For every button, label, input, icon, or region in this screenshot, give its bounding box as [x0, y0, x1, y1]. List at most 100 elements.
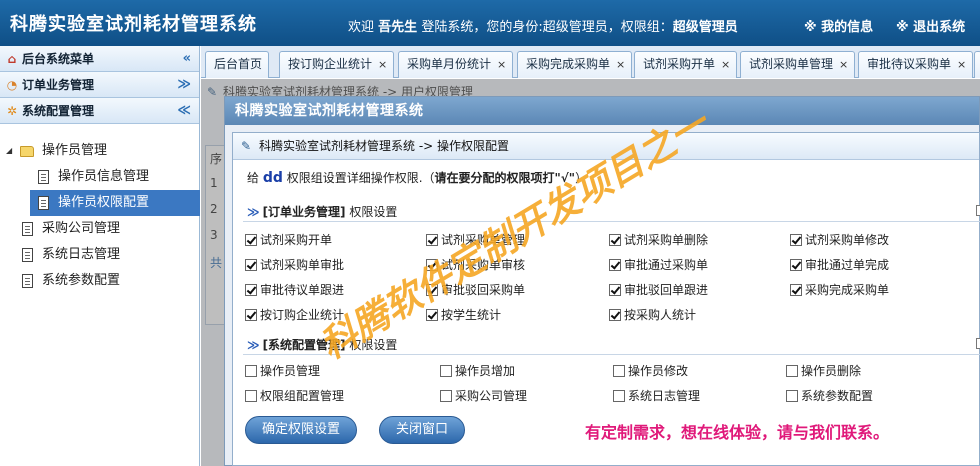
tab-home[interactable]: 后台首页	[205, 51, 270, 78]
close-icon[interactable]: ×	[497, 58, 506, 71]
close-window-button[interactable]: 关闭窗口	[379, 416, 465, 444]
tree-item-purchase-company[interactable]: 采购公司管理	[0, 216, 200, 242]
permission-checkbox[interactable]	[609, 309, 621, 321]
pin-icon: ✎	[241, 139, 252, 153]
permission-item[interactable]: 试剂采购单修改	[790, 233, 889, 247]
permission-label: 按学生统计	[441, 308, 502, 322]
section-orders-select-all[interactable]	[976, 205, 980, 216]
sidebar-tree: ◢ 操作员管理 操作员信息管理 操作员权限配置 采购公司管理 系统日志管理 系统…	[0, 138, 200, 294]
permission-item[interactable]: 权限组配置管理	[245, 389, 344, 403]
close-icon[interactable]: ×	[839, 58, 848, 71]
close-icon[interactable]: ×	[721, 58, 730, 71]
permission-checkbox[interactable]	[613, 365, 625, 377]
permission-checkbox[interactable]	[790, 259, 802, 271]
folder-icon	[20, 146, 34, 157]
tree-item-system-log[interactable]: 系统日志管理	[0, 242, 200, 268]
permission-checkbox[interactable]	[786, 390, 798, 402]
permission-item[interactable]: 审批通过单完成	[790, 258, 889, 272]
permission-item[interactable]: 按采购人统计	[609, 308, 696, 322]
permission-checkbox[interactable]	[790, 284, 802, 296]
tab-monthly-stats[interactable]: 采购单月份统计 ×	[398, 51, 514, 78]
outer-dialog-title[interactable]: 科腾实验室试剂耗材管理系统	[225, 97, 979, 125]
tab-enterprise-stats[interactable]: 按订购企业统计 ×	[279, 51, 395, 78]
tree-item-system-params[interactable]: 系统参数配置	[0, 268, 200, 294]
close-icon[interactable]: ×	[378, 58, 387, 71]
permission-label: 试剂采购单管理	[441, 233, 526, 247]
permission-checkbox[interactable]	[245, 390, 257, 402]
app-title: 科腾实验室试剂耗材管理系统	[10, 14, 257, 35]
permission-item[interactable]: 审批通过采购单	[609, 258, 708, 272]
confirm-permissions-button[interactable]: 确定权限设置	[245, 416, 357, 444]
sidebar-section-config[interactable]: ✲ 系统配置管理 ≪	[0, 98, 199, 124]
permission-item[interactable]: 采购完成采购单	[790, 283, 889, 297]
permission-item[interactable]: 审批驳回单跟进	[609, 283, 708, 297]
permission-label: 操作员修改	[628, 364, 689, 378]
sidebar-section-orders[interactable]: ◔ 订单业务管理 ≫	[0, 72, 199, 98]
permission-item[interactable]: 按订购企业统计	[245, 308, 344, 322]
permission-item[interactable]: 操作员删除	[786, 364, 861, 378]
permission-checkbox[interactable]	[426, 234, 438, 246]
welcome-text: 欢迎 吾先生 登陆系统，您的身份:超级管理员，权限组：超级管理员	[348, 20, 738, 35]
permission-label: 试剂采购单审核	[441, 258, 526, 272]
permission-checkbox[interactable]	[245, 234, 257, 246]
divider	[243, 354, 980, 355]
permission-checkbox[interactable]	[245, 259, 257, 271]
permission-checkbox[interactable]	[786, 365, 798, 377]
close-icon[interactable]: ×	[616, 58, 625, 71]
permission-checkbox[interactable]	[245, 365, 257, 377]
permission-checkbox[interactable]	[613, 390, 625, 402]
section-config-select-all[interactable]	[976, 338, 980, 349]
permission-dialog: ✎ 科腾实验室试剂耗材管理系统 -> 操作权限配置 给 dd 权限组设置详细操作…	[232, 132, 980, 466]
permission-label: 操作员增加	[455, 364, 516, 378]
permission-checkbox[interactable]	[609, 259, 621, 271]
permission-checkbox[interactable]	[790, 234, 802, 246]
triangle-down-icon[interactable]: ◢	[6, 138, 12, 164]
tab-pending-approval[interactable]: 审批待议采购单 ×	[858, 51, 974, 78]
permission-label: 采购完成采购单	[805, 283, 890, 297]
permission-item[interactable]: 试剂采购开单	[245, 233, 332, 247]
tab-completed-orders[interactable]: 采购完成采购单 ×	[517, 51, 633, 78]
user-name: 吾先生	[378, 20, 418, 35]
my-info-link[interactable]: ※ 我的信息	[804, 16, 873, 35]
logout-link[interactable]: ※ 退出系统	[896, 16, 965, 35]
gear-icon: ✲	[6, 104, 18, 118]
permission-item[interactable]: 系统日志管理	[613, 389, 700, 403]
permission-item[interactable]: 试剂采购单管理	[426, 233, 525, 247]
expand-icon[interactable]: ≫	[177, 72, 191, 98]
sidebar-header-menu[interactable]: ⌂ 后台系统菜单 «	[0, 46, 199, 72]
close-icon[interactable]: ×	[957, 58, 966, 71]
tab-order-management[interactable]: 试剂采购单管理 ×	[740, 51, 856, 78]
tab-new-order[interactable]: 试剂采购开单 ×	[634, 51, 738, 78]
permission-item[interactable]: 操作员修改	[613, 364, 688, 378]
tree-item-operator-info[interactable]: 操作员信息管理	[0, 164, 200, 190]
tree-folder-operators[interactable]: ◢ 操作员管理	[0, 138, 200, 164]
permission-item[interactable]: 审批待议单跟进	[245, 283, 344, 297]
permission-checkbox[interactable]	[440, 365, 452, 377]
collapse-icon[interactable]: «	[183, 46, 191, 72]
permission-item[interactable]: 操作员管理	[245, 364, 320, 378]
permission-checkbox[interactable]	[426, 309, 438, 321]
permission-item[interactable]: 试剂采购单删除	[609, 233, 708, 247]
permission-item[interactable]: 按学生统计	[426, 308, 501, 322]
permission-checkbox[interactable]	[609, 234, 621, 246]
permission-checkbox[interactable]	[245, 309, 257, 321]
permission-checkbox[interactable]	[440, 390, 452, 402]
permission-item[interactable]: 采购公司管理	[440, 389, 527, 403]
tree-item-operator-permissions[interactable]: 操作员权限配置	[30, 190, 200, 216]
tab-bar: 后台首页 按订购企业统计 × 采购单月份统计 × 采购完成采购单 × 试剂采购开单 × …	[201, 46, 980, 78]
permission-label: 系统日志管理	[628, 389, 701, 403]
tab-overflow[interactable]	[974, 51, 980, 78]
document-icon	[22, 248, 33, 262]
permission-item[interactable]: 试剂采购单审核	[426, 258, 525, 272]
permission-checkbox[interactable]	[426, 284, 438, 296]
permission-checkbox[interactable]	[609, 284, 621, 296]
permission-checkbox[interactable]	[245, 284, 257, 296]
permission-label: 试剂采购单审批	[260, 258, 345, 272]
permission-label: 审批驳回单跟进	[624, 283, 709, 297]
permission-item[interactable]: 审批驳回采购单	[426, 283, 525, 297]
collapse-icon[interactable]: ≪	[177, 98, 191, 124]
permission-item[interactable]: 系统参数配置	[786, 389, 873, 403]
permission-item[interactable]: 试剂采购单审批	[245, 258, 344, 272]
permission-item[interactable]: 操作员增加	[440, 364, 515, 378]
permission-checkbox[interactable]	[426, 259, 438, 271]
